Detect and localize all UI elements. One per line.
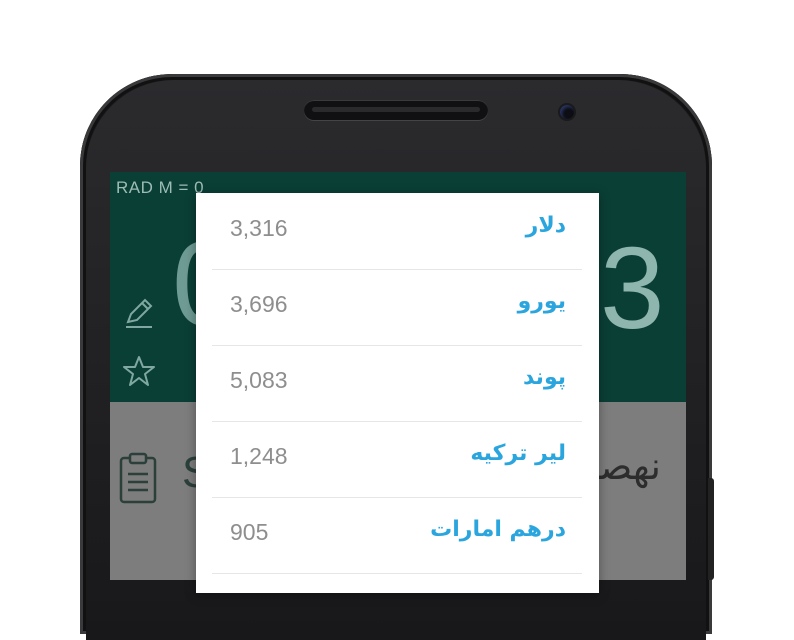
currency-name: درهم امارات: [430, 517, 566, 542]
currency-name: دلار: [525, 213, 566, 238]
currency-rate: 3,696: [230, 291, 288, 317]
currency-item-euro[interactable]: 3,696 یورو: [212, 269, 582, 346]
currency-rate: 1,248: [230, 443, 288, 469]
status-indicator: RAD M = 0: [116, 178, 205, 197]
currency-item-pound[interactable]: 5,083 پوند: [212, 345, 582, 422]
clipboard-icon[interactable]: [118, 452, 158, 508]
currency-name: یورو: [517, 289, 566, 314]
speaker-grille-icon: [304, 100, 488, 120]
front-camera-icon: [560, 105, 574, 119]
currency-dropdown: 3,316 دلار 3,696 یورو 5,083 پوند 1,248 ل…: [196, 193, 599, 593]
currency-item-turkish-lira[interactable]: 1,248 لیر ترکیه: [212, 421, 582, 498]
volume-button: [708, 478, 714, 580]
currency-rate: 5,083: [230, 367, 288, 393]
star-icon[interactable]: [122, 354, 156, 392]
display-digit-right: 3: [600, 223, 665, 353]
pencil-icon[interactable]: [122, 296, 156, 334]
currency-name: پوند: [522, 365, 566, 390]
currency-rate: 3,316: [230, 215, 288, 241]
currency-item-uae-dirham[interactable]: 905 درهم امارات: [212, 497, 582, 574]
currency-rate: 905: [230, 519, 269, 545]
currency-name: لیر ترکیه: [470, 441, 566, 466]
currency-item-dollar[interactable]: 3,316 دلار: [212, 193, 582, 270]
